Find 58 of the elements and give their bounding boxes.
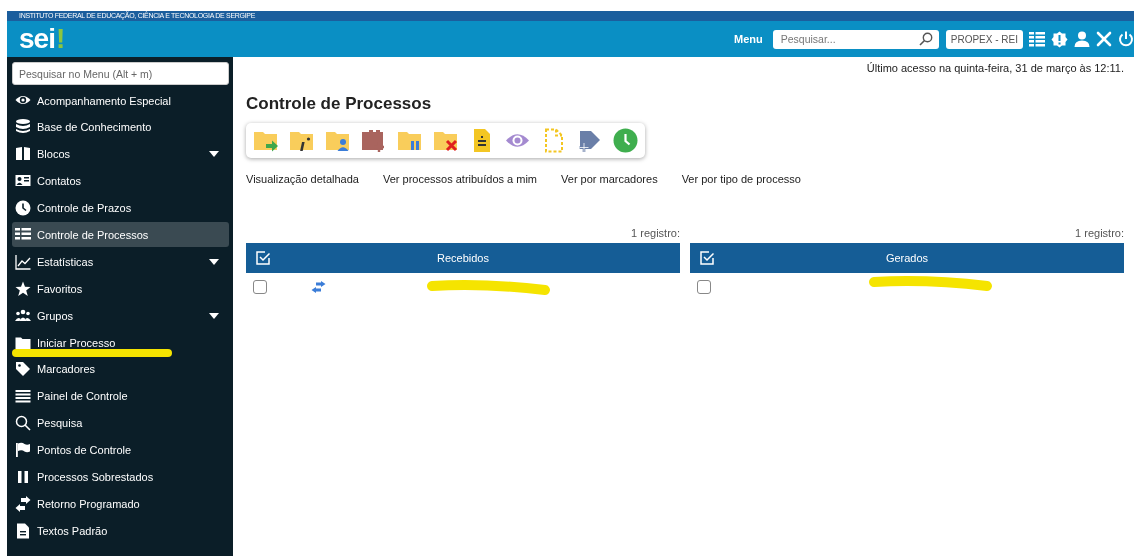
- menu-link[interactable]: Menu: [734, 33, 763, 45]
- line-chart-icon: [15, 253, 31, 270]
- search-icon: [918, 32, 933, 46]
- search-field[interactable]: Pesquisar...: [772, 29, 939, 49]
- unit-button[interactable]: PROPEX - REI: [945, 29, 1023, 49]
- people-icon: [15, 307, 31, 324]
- menu-item[interactable]: Grupos: [12, 303, 229, 329]
- swap-arrows-icon: [15, 495, 31, 512]
- star-icon: [15, 280, 31, 297]
- row-checkbox[interactable]: [253, 280, 267, 294]
- alert-icon[interactable]: [1051, 30, 1068, 48]
- view-link[interactable]: Visualização detalhada: [246, 173, 359, 185]
- record-count: 1 registro:: [1075, 227, 1124, 239]
- select-all-checkbox-icon[interactable]: [700, 251, 714, 265]
- column-heading: Recebidos: [436, 252, 490, 264]
- record-count: 1 registro:: [631, 227, 680, 239]
- row-checkbox[interactable]: [697, 280, 711, 294]
- view-link[interactable]: Ver por marcadores: [561, 173, 658, 185]
- pause-icon: [15, 468, 31, 485]
- last-access-text: Último acesso na quinta-feira, 31 de março às 12:11.: [866, 62, 1124, 74]
- list-icon: [15, 226, 31, 243]
- list-icon[interactable]: [1029, 31, 1045, 47]
- menu-item[interactable]: Controle de Processos: [12, 222, 229, 248]
- swap-arrows-icon[interactable]: [311, 281, 326, 293]
- menu-item[interactable]: Contatos: [12, 168, 229, 194]
- menu-item[interactable]: Base de Conhecimento: [12, 114, 229, 140]
- database-icon: [15, 119, 31, 136]
- search-icon: [15, 415, 31, 432]
- clock-icon: [15, 200, 31, 217]
- menu-item[interactable]: Estatísticas: [12, 249, 229, 275]
- menu-item[interactable]: Painel de Controle: [12, 383, 229, 409]
- flag-icon: [15, 442, 31, 459]
- menu-item[interactable]: Pesquisa: [12, 410, 229, 436]
- tag-add-icon[interactable]: [577, 128, 602, 153]
- menu-item[interactable]: Blocos: [12, 141, 229, 167]
- sei-logo[interactable]: sei!: [19, 25, 65, 53]
- menu-item[interactable]: Iniciar Processo: [12, 330, 229, 355]
- menu-item[interactable]: Textos Padrão: [12, 518, 229, 544]
- menu-item[interactable]: Marcadores: [12, 356, 229, 382]
- menu-item[interactable]: Retorno Programado: [12, 491, 229, 517]
- power-icon[interactable]: [1118, 31, 1134, 47]
- tag-icon: [15, 361, 31, 378]
- menu-search-field[interactable]: Pesquisar no Menu (Alt + m): [12, 62, 229, 85]
- view-link[interactable]: Ver por tipo de processo: [681, 173, 801, 185]
- document-icon: [15, 522, 31, 539]
- menu-item[interactable]: Processos Sobrestados: [12, 464, 229, 490]
- menu-item[interactable]: Favoritos: [12, 276, 229, 302]
- user-icon[interactable]: [1074, 31, 1090, 47]
- clock-icon[interactable]: [613, 128, 638, 153]
- menu-item[interactable]: Acompanhamento Especial: [12, 88, 229, 113]
- menu-item[interactable]: Pontos de Controle: [12, 437, 229, 463]
- menu-item[interactable]: Controle de Prazos: [12, 195, 229, 221]
- book-icon: [15, 146, 31, 163]
- menu-icon: [15, 388, 31, 405]
- view-link[interactable]: Ver processos atribuídos a mim: [382, 173, 538, 185]
- page-title: Controle de Processos: [246, 94, 433, 114]
- select-all-checkbox-icon[interactable]: [256, 251, 270, 265]
- column-heading: Gerados: [884, 252, 930, 264]
